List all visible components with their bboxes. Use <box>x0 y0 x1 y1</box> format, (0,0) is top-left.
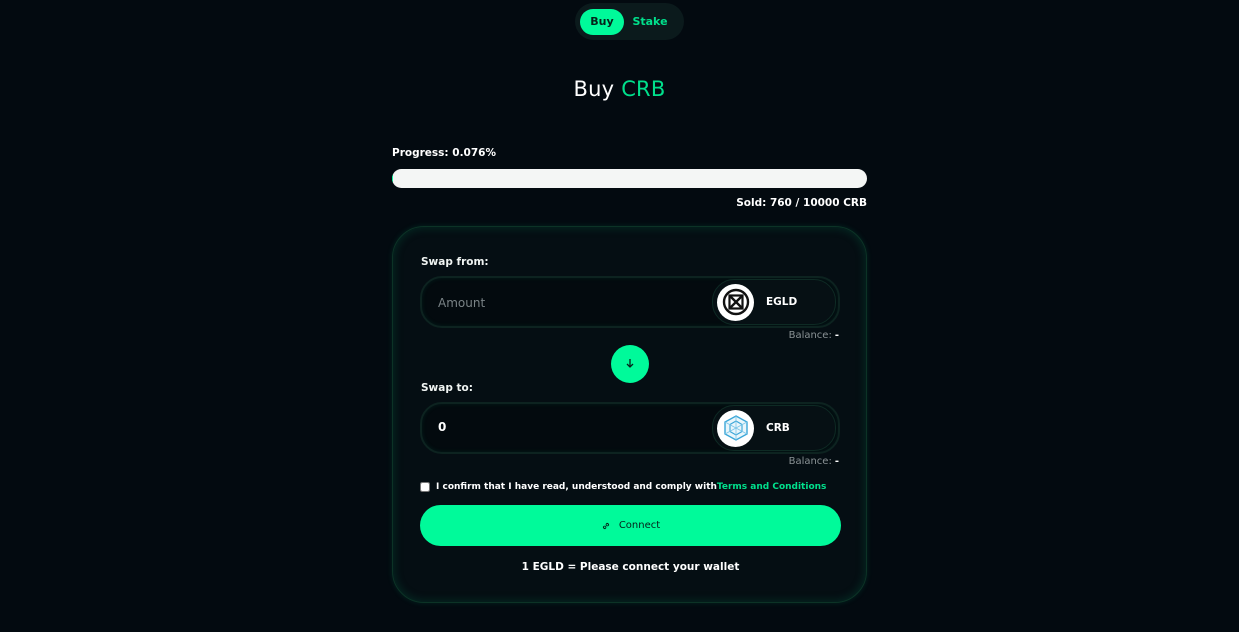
page: Buy Stake Buy CRB Progress: 0.076% Sold:… <box>0 0 1239 632</box>
swap-to-token-name: CRB <box>766 422 790 434</box>
swap-from-label: Swap from: <box>421 256 489 268</box>
terms-checkbox[interactable] <box>420 482 430 492</box>
swap-from-amount-input[interactable] <box>438 291 698 315</box>
stake-tab[interactable]: Stake <box>624 9 676 35</box>
egld-logo-icon <box>717 283 754 321</box>
progress-bar <box>392 169 867 188</box>
link-icon <box>601 521 611 531</box>
connect-button-label: Connect <box>618 520 661 531</box>
arrow-down-icon <box>624 357 636 372</box>
terms-confirm-text: I confirm that I have read, understood a… <box>436 482 717 492</box>
crb-logo-icon <box>717 409 754 447</box>
swap-direction-button[interactable] <box>611 345 649 383</box>
progress-label: Progress: 0.076% <box>392 147 496 159</box>
swap-card: Swap from: EGLD Balance:- <box>392 226 867 603</box>
swap-to-balance-value: - <box>834 456 839 467</box>
swap-from-balance: Balance: - <box>789 330 839 341</box>
swap-to-amount: 0 <box>438 420 447 434</box>
sold-count: Sold: 760 / 10000 CRB <box>736 197 867 209</box>
page-title: Buy CRB <box>0 77 1239 101</box>
title-prefix: Buy <box>573 77 615 101</box>
buy-tab[interactable]: Buy <box>580 8 624 35</box>
swap-from-row: EGLD <box>420 276 840 328</box>
title-token: CRB <box>621 77 666 101</box>
mode-toggle: Buy Stake <box>575 3 684 40</box>
swap-from-balance-label: Balance: <box>788 330 832 341</box>
swap-to-token-selector[interactable]: CRB <box>712 405 836 451</box>
swap-to-balance-label: Balance: <box>788 456 832 467</box>
swap-to-balance: Balance: - <box>789 456 839 467</box>
swap-to-label: Swap to: <box>421 382 473 394</box>
swap-from-balance-value: - <box>834 330 839 341</box>
swap-from-token-selector[interactable]: EGLD <box>712 279 836 325</box>
swap-from-token-name: EGLD <box>766 296 798 308</box>
swap-to-row: 0 CRB <box>420 402 840 454</box>
connect-button[interactable]: Connect <box>420 505 841 546</box>
terms-confirm-row: I confirm that I have read, understood a… <box>420 482 826 492</box>
terms-link[interactable]: Terms and Conditions <box>717 482 826 492</box>
exchange-rate-text: 1 EGLD = Please connect your wallet <box>521 561 740 573</box>
